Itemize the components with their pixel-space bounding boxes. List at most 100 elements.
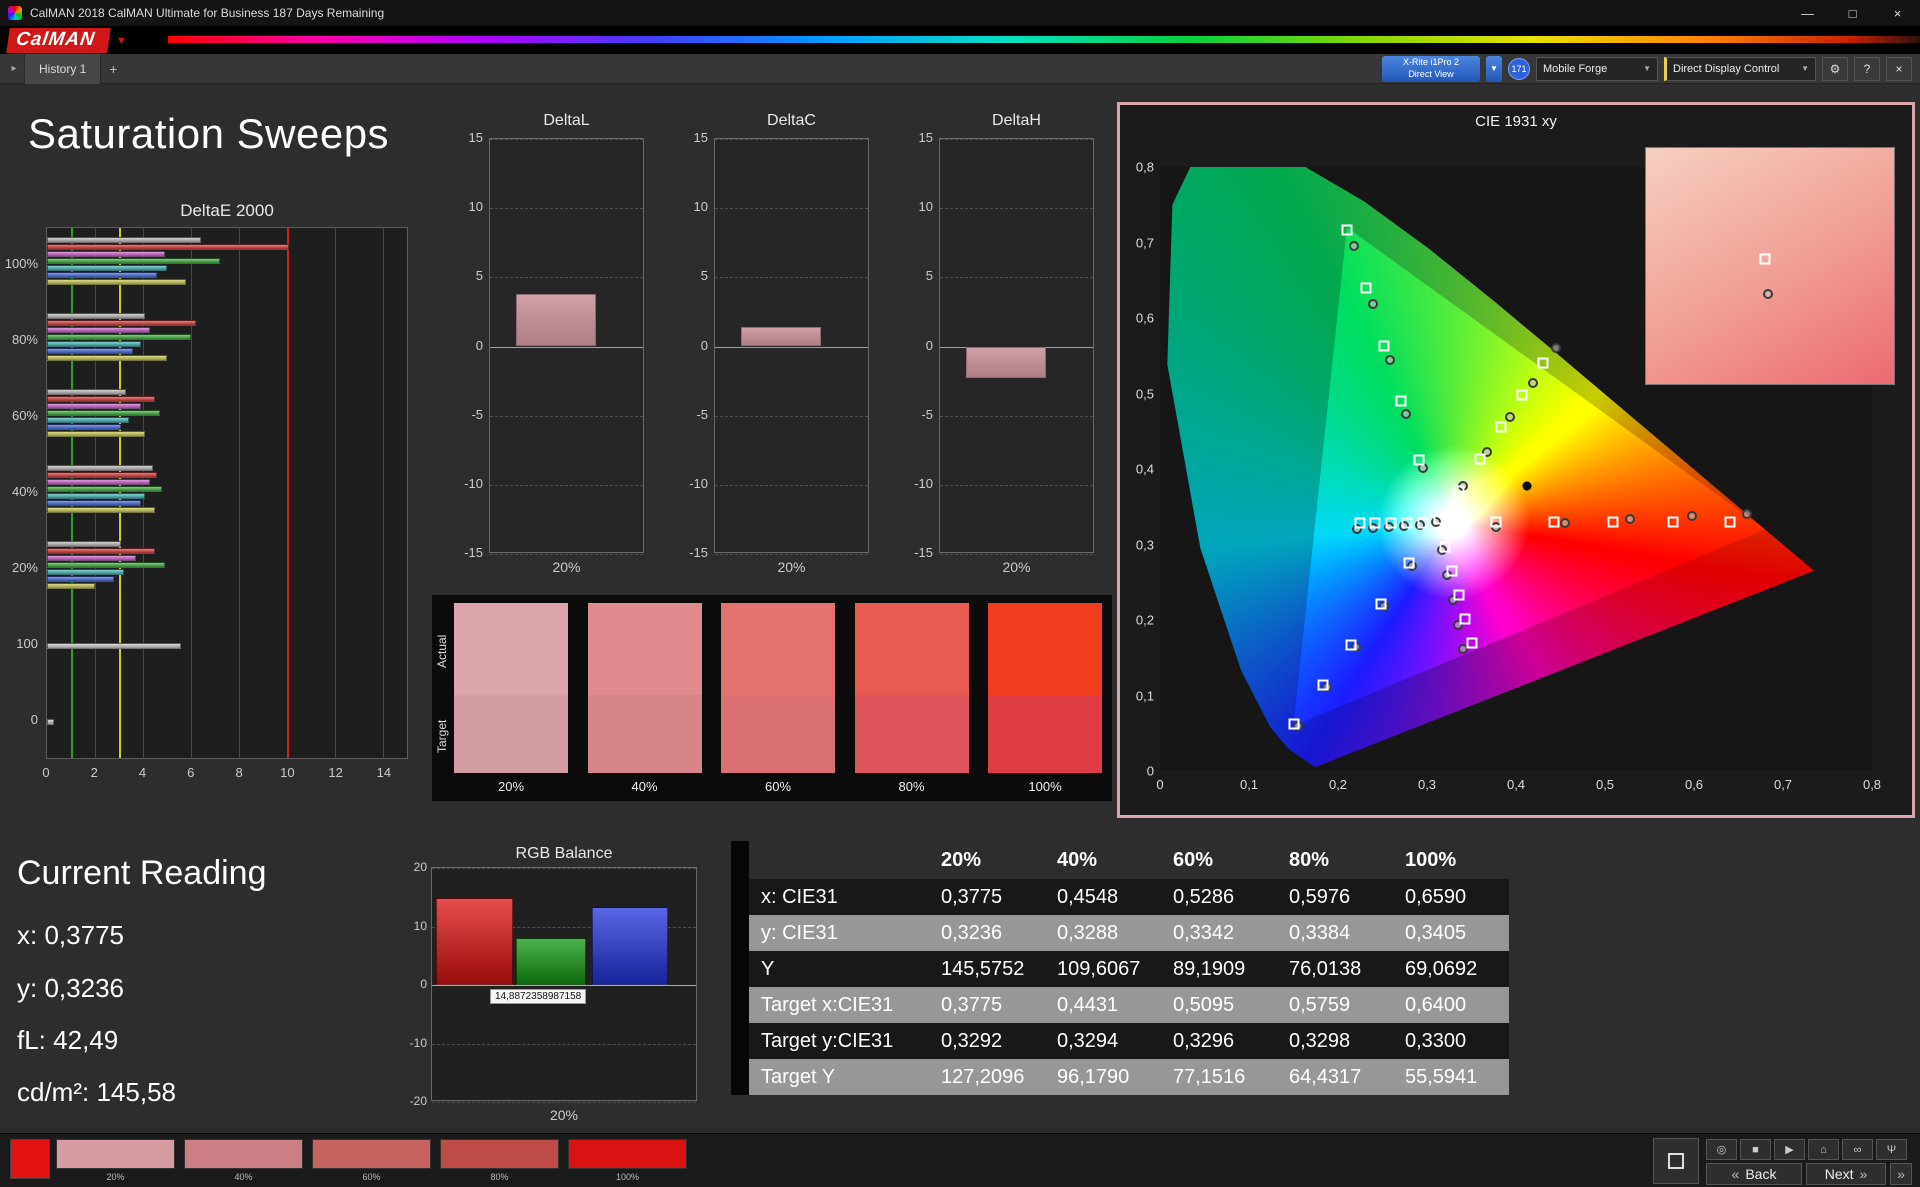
rainbow-strip bbox=[168, 36, 1920, 43]
maximize-button[interactable]: □ bbox=[1830, 0, 1875, 26]
home-button[interactable]: ⌂ bbox=[1808, 1139, 1839, 1160]
aperture-button[interactable]: ◎ bbox=[1706, 1139, 1737, 1160]
play-button[interactable]: ▶ bbox=[1774, 1139, 1805, 1160]
stop-button[interactable]: ■ bbox=[1740, 1139, 1771, 1160]
axis-tick-label: 0,8 bbox=[1862, 777, 1882, 792]
cie-measured-marker bbox=[1384, 354, 1395, 365]
swatch-percent-label: 80% bbox=[898, 779, 925, 794]
axis-tick-label: 20% bbox=[1002, 559, 1031, 575]
patch-swatch-60%[interactable]: 60% bbox=[312, 1139, 431, 1182]
play-icon: ▶ bbox=[1785, 1144, 1794, 1156]
table-cell: 0,3775 bbox=[941, 993, 1003, 1016]
source-dropdown[interactable]: Mobile Forge ▼ bbox=[1536, 56, 1658, 81]
history-nav-button[interactable]: ▸ bbox=[4, 59, 24, 79]
table-row-label: Target y:CIE31 bbox=[731, 1023, 927, 1059]
patch-swatch-40%[interactable]: 40% bbox=[184, 1139, 303, 1182]
minimize-button[interactable]: — bbox=[1785, 0, 1830, 26]
deltae-bar bbox=[47, 431, 146, 437]
table-cell: 96,1790 bbox=[1057, 1065, 1130, 1088]
axis-tick-label: 0,5 bbox=[1595, 777, 1615, 792]
axis-tick-label: 0,8 bbox=[1135, 159, 1154, 175]
axis-tick-label: -10 bbox=[689, 475, 708, 491]
deltae-axis-tick-label: 10 bbox=[280, 765, 295, 780]
actual-color-swatch bbox=[454, 603, 568, 695]
axis-tick-label: 0,6 bbox=[1684, 777, 1704, 792]
cie-target-marker bbox=[1474, 453, 1486, 465]
table-row: Y 145,5752 109,6067 89,1909 76,0138 69,0692 bbox=[731, 951, 1509, 987]
deltae-reference-line bbox=[287, 228, 289, 758]
workflow-content: Saturation Sweeps DeltaE 2000 100% 80% 60%… bbox=[0, 84, 1920, 1133]
close-button[interactable]: × bbox=[1875, 0, 1920, 26]
axis-tick-label: -10 bbox=[409, 1035, 427, 1050]
calman-logo-menu[interactable]: CalMAN ▼ bbox=[6, 28, 127, 53]
cie-target-marker bbox=[1490, 516, 1502, 528]
deltae-bar bbox=[47, 410, 160, 416]
reading-fl-label: fL: bbox=[17, 1025, 46, 1055]
meter-dropdown-button[interactable]: ▼ bbox=[1486, 55, 1502, 82]
table-cell: 89,1909 bbox=[1173, 957, 1246, 980]
cie-target-marker bbox=[1354, 517, 1366, 529]
axis-tick-label: 10 bbox=[693, 199, 708, 215]
tab-history-1[interactable]: History 1 bbox=[24, 53, 102, 84]
chart-gridline bbox=[715, 554, 868, 555]
help-button[interactable]: ? bbox=[1854, 56, 1880, 81]
reading-x-label: x: bbox=[17, 920, 38, 950]
cie-target-marker bbox=[1401, 517, 1413, 529]
aperture-icon: ◎ bbox=[1716, 1144, 1727, 1156]
axis-tick-label: 0 bbox=[420, 977, 427, 991]
deltae-bar bbox=[47, 279, 187, 285]
usb-icon: Ψ bbox=[1886, 1143, 1897, 1156]
cie-measured-marker bbox=[1741, 508, 1752, 519]
patch-swatch-100%[interactable]: 100% bbox=[568, 1139, 687, 1182]
deltae-bar bbox=[47, 424, 122, 430]
cie-measured-marker bbox=[1367, 299, 1378, 310]
meter-button[interactable]: X-Rite i1Pro 2 Direct View bbox=[1382, 55, 1480, 82]
pattern-window-button[interactable] bbox=[1653, 1138, 1699, 1184]
workflow-close-button[interactable]: × bbox=[1886, 56, 1912, 81]
deltae-bar bbox=[47, 272, 158, 278]
next-button[interactable]: Next » bbox=[1806, 1163, 1886, 1185]
patch-swatch-80%[interactable]: 80% bbox=[440, 1139, 559, 1182]
loop-button[interactable]: ∞ bbox=[1842, 1139, 1873, 1160]
table-cell: 0,3296 bbox=[1173, 1029, 1235, 1052]
cie-target-marker bbox=[1433, 513, 1445, 525]
chart-gridline bbox=[715, 277, 868, 279]
fast-forward-button[interactable]: » bbox=[1890, 1163, 1912, 1185]
cie-measured-marker bbox=[1625, 513, 1636, 524]
saturation-swatch-column: 20% bbox=[454, 603, 568, 799]
stop-icon: ■ bbox=[1752, 1143, 1759, 1156]
axis-tick-label: 0,5 bbox=[1135, 386, 1154, 401]
patch-swatch-20%[interactable]: 20% bbox=[56, 1139, 175, 1182]
current-patch-swatch bbox=[10, 1139, 50, 1179]
cie-target-marker bbox=[1413, 454, 1425, 466]
table-cell: 109,6067 bbox=[1057, 957, 1141, 980]
axis-tick-label: 0,4 bbox=[1506, 777, 1526, 792]
deltae-x-axis: 0 2 4 6 8 10 12 14 bbox=[42, 765, 408, 783]
add-tab-button[interactable]: + bbox=[101, 58, 125, 80]
display-control-dropdown[interactable]: Direct Display Control ▼ bbox=[1664, 56, 1816, 81]
table-cell: 55,5941 bbox=[1405, 1065, 1478, 1088]
table-cell: 0,3292 bbox=[941, 1029, 1003, 1052]
usb-button[interactable]: Ψ bbox=[1876, 1139, 1907, 1160]
axis-tick-label: 0 bbox=[700, 337, 708, 353]
settings-button[interactable]: ⚙ bbox=[1822, 56, 1848, 81]
cie-target-marker bbox=[1360, 282, 1372, 294]
axis-tick-label: 5 bbox=[700, 268, 708, 284]
deltae-bar bbox=[47, 389, 127, 395]
chart-gridline bbox=[715, 139, 868, 140]
table-header-row: 20% 40% 60% 80% 100% bbox=[731, 841, 1509, 879]
table-cell: 0,3236 bbox=[941, 921, 1003, 944]
cie-measured-marker bbox=[1686, 510, 1697, 521]
next-label: Next bbox=[1824, 1166, 1854, 1182]
table-cell: 64,4317 bbox=[1289, 1065, 1362, 1088]
calman-logo: CalMAN bbox=[6, 28, 111, 53]
actual-color-swatch bbox=[988, 603, 1102, 695]
measurement-table: 20% 40% 60% 80% 100% x: CIE31 0,3775 0,4548 0,52… bbox=[731, 841, 1509, 1095]
rgb-plot: 14,8872358987158 bbox=[431, 867, 697, 1103]
back-button[interactable]: « Back bbox=[1706, 1163, 1802, 1185]
saturation-swatch-column: 100% bbox=[988, 603, 1102, 799]
help-icon: ? bbox=[1863, 61, 1871, 76]
table-cell: 145,5752 bbox=[941, 957, 1025, 980]
cie-target-marker bbox=[1345, 639, 1357, 651]
red-balance-bar bbox=[436, 897, 513, 985]
